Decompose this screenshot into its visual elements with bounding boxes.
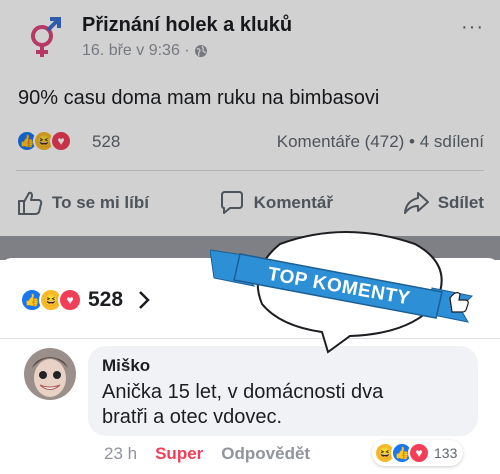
post-card: Přiznání holek a kluků 16. bře v 9:36 · … — [0, 0, 500, 236]
thumbs-up-icon — [18, 191, 43, 215]
post-reaction-count[interactable]: 528 — [92, 132, 120, 152]
post-reactions-row: 👍 😆 ♥ 528 Komentáře (472) • 4 sdílení — [16, 130, 484, 154]
love-reaction-icon: ♥ — [58, 288, 82, 312]
more-options-icon[interactable]: ··· — [461, 16, 484, 39]
chevron-right-icon — [139, 291, 150, 309]
share-label: Sdílet — [437, 193, 484, 212]
post-timestamp[interactable]: 16. bře v 9:36 · — [82, 42, 190, 60]
reply-button[interactable]: Odpovědět — [221, 444, 310, 464]
top-comments-badge: TOP KOMENTY — [210, 231, 474, 354]
comment-bubble[interactable]: Miško Anička 15 let, v domácnosti dva br… — [88, 346, 478, 436]
super-reaction-button[interactable]: Super — [155, 444, 203, 464]
divider — [16, 170, 484, 171]
like-label: To se mi líbí — [52, 193, 149, 212]
like-button[interactable]: To se mi líbí — [16, 186, 149, 220]
comment-reactions[interactable]: 😆 👍 ♥ 133 — [372, 440, 464, 466]
love-reaction-icon: ♥ — [408, 442, 430, 464]
post-text: 90% casu doma mam ruku na bimbasovi — [18, 87, 380, 109]
speech-bubble-icon — [220, 191, 243, 214]
love-reaction-icon: ♥ — [50, 130, 72, 152]
post-actions: To se mi líbí Komentář Sdílet — [16, 186, 484, 220]
comment-text: Anička 15 let, v domácnosti dva bratři a… — [102, 381, 384, 428]
globe-icon — [194, 45, 207, 57]
avatar[interactable] — [24, 348, 76, 400]
sheet-reactions[interactable]: 👍 😆 ♥ 528 — [20, 288, 151, 312]
sheet-reaction-count: 528 — [88, 288, 124, 311]
comment-actions: 23 h Super Odpovědět — [104, 444, 310, 464]
comment-button[interactable]: Komentář — [218, 186, 333, 220]
gender-symbols-icon[interactable] — [20, 12, 68, 60]
comments-shares-count[interactable]: Komentáře (472) • 4 sdílení — [277, 132, 484, 152]
share-button[interactable]: Sdílet — [402, 186, 484, 220]
page-name[interactable]: Přiznání holek a kluků — [82, 14, 292, 37]
comment-reaction-count: 133 — [434, 445, 458, 461]
post-meta: 16. bře v 9:36 · — [82, 42, 208, 60]
share-arrow-icon — [403, 192, 429, 214]
post-reaction-icons[interactable]: 👍 😆 ♥ — [16, 130, 72, 152]
comment-author[interactable]: Miško — [102, 356, 464, 376]
post-header: Přiznání holek a kluků 16. bře v 9:36 · … — [16, 10, 484, 60]
comment-label: Komentář — [253, 193, 334, 212]
comment-time[interactable]: 23 h — [104, 444, 137, 464]
